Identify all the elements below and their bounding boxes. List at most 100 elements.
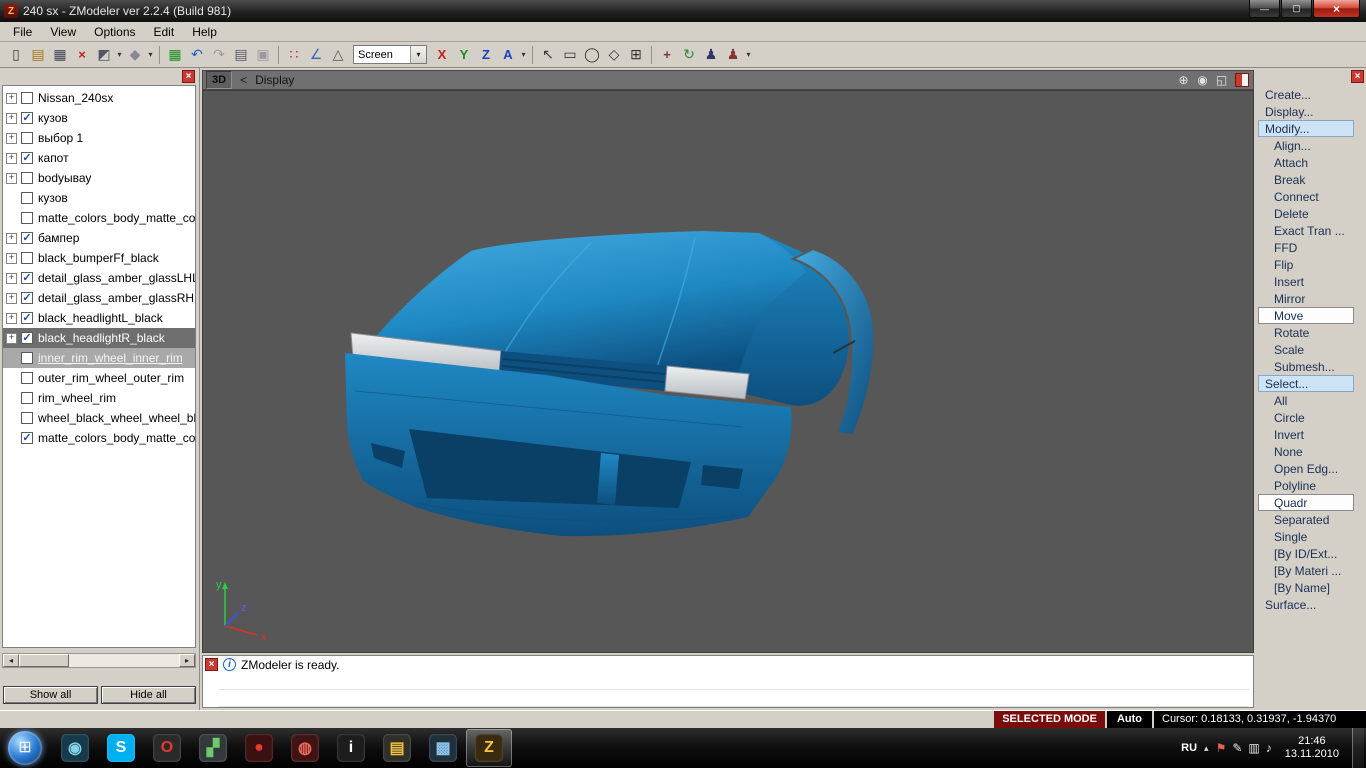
command-quadr[interactable]: Quadr [1258, 494, 1354, 511]
start-button[interactable]: ⊞ [8, 731, 42, 765]
taskbar-opera-button[interactable]: O [144, 729, 190, 767]
rotate-tool-icon[interactable]: ↻ [678, 45, 700, 65]
action-center-flag-icon[interactable]: ⚑ [1216, 741, 1227, 755]
maximize-button[interactable]: ▢ [1281, 0, 1312, 18]
visibility-checkbox[interactable] [21, 352, 33, 364]
visibility-checkbox[interactable] [21, 392, 33, 404]
show-desktop-button[interactable] [1352, 728, 1364, 768]
filters-icon-dropdown[interactable]: ▾ [146, 50, 155, 59]
expander-icon[interactable]: + [6, 113, 17, 124]
taskbar-skype-button[interactable]: S [98, 729, 144, 767]
tree-item-4[interactable]: +✓капот [3, 148, 195, 168]
command-by-name[interactable]: [By Name] [1258, 579, 1354, 596]
command-all[interactable]: All [1258, 392, 1354, 409]
axis-x-button[interactable]: X [431, 45, 453, 65]
command-break[interactable]: Break [1258, 171, 1354, 188]
tree-item-9[interactable]: +black_bumperFf_black [3, 248, 195, 268]
visibility-checkbox[interactable] [21, 172, 33, 184]
expander-icon[interactable]: + [6, 313, 17, 324]
taskbar-media-button[interactable]: ● [236, 729, 282, 767]
tree-item-16[interactable]: rim_wheel_rim [3, 388, 195, 408]
axis-y-button[interactable]: Y [453, 45, 475, 65]
menu-options[interactable]: Options [85, 23, 144, 41]
visibility-checkbox[interactable] [21, 252, 33, 264]
scroll-thumb[interactable] [19, 654, 69, 667]
tree-item-17[interactable]: wheel_black_wheel_wheel_bla... [3, 408, 195, 428]
taskbar-zmodeler-button[interactable]: Z [466, 729, 512, 767]
visibility-checkbox[interactable]: ✓ [21, 112, 33, 124]
clock[interactable]: 21:46 13.11.2010 [1285, 735, 1339, 761]
zoom-icon[interactable]: ⊕ [1176, 73, 1191, 87]
command-circle[interactable]: Circle [1258, 409, 1354, 426]
command-align[interactable]: Align... [1258, 137, 1354, 154]
command-insert[interactable]: Insert [1258, 273, 1354, 290]
undo-icon[interactable]: ↶ [186, 45, 208, 65]
import-icon-dropdown[interactable]: ▾ [115, 50, 124, 59]
command-single[interactable]: Single [1258, 528, 1354, 545]
faces-mode-icon[interactable]: △ [327, 45, 349, 65]
new-file-icon[interactable]: ▯ [5, 45, 27, 65]
script-log-icon[interactable]: ▤ [230, 45, 252, 65]
tree-item-18[interactable]: ✓matte_colors_body_matte_co... [3, 428, 195, 448]
visibility-checkbox[interactable] [21, 372, 33, 384]
minimize-button[interactable]: — [1249, 0, 1280, 18]
tree-item-7[interactable]: matte_colors_body_matte_co... [3, 208, 195, 228]
command-submesh[interactable]: Submesh... [1258, 358, 1354, 375]
save-icon[interactable]: ▦ [49, 45, 71, 65]
tree-item-13[interactable]: +✓black_headlightR_black [3, 328, 195, 348]
view-mode-3d-button[interactable]: 3D [206, 71, 232, 89]
viewport-3d[interactable]: y x z [202, 90, 1254, 653]
expander-icon[interactable]: + [6, 173, 17, 184]
edges-mode-icon[interactable]: ∠ [305, 45, 327, 65]
taskbar-pictures-button[interactable]: ▩ [420, 729, 466, 767]
material-editor-icon[interactable]: ▦ [164, 45, 186, 65]
tray-expand-icon[interactable]: ▴ [1204, 743, 1209, 754]
menu-view[interactable]: View [41, 23, 85, 41]
command-separated[interactable]: Separated [1258, 511, 1354, 528]
vertices-mode-icon[interactable]: ∷ [283, 45, 305, 65]
taskbar-info-button[interactable]: i [328, 729, 374, 767]
maximize-view-icon[interactable]: ◱ [1214, 73, 1229, 87]
command-connect[interactable]: Connect [1258, 188, 1354, 205]
tree-item-15[interactable]: outer_rim_wheel_outer_rim [3, 368, 195, 388]
scroll-right-icon[interactable]: ▸ [179, 654, 195, 667]
visibility-checkbox[interactable]: ✓ [21, 292, 33, 304]
visibility-checkbox[interactable] [21, 212, 33, 224]
command-panel-close-icon[interactable]: × [1351, 70, 1364, 83]
command-mirror[interactable]: Mirror [1258, 290, 1354, 307]
command-move[interactable]: Move [1258, 307, 1354, 324]
import-icon[interactable]: ◩ [93, 45, 115, 65]
command-invert[interactable]: Invert [1258, 426, 1354, 443]
visibility-checkbox[interactable]: ✓ [21, 272, 33, 284]
command-by-materi[interactable]: [By Materi ... [1258, 562, 1354, 579]
tree-item-5[interactable]: +bodyывау [3, 168, 195, 188]
bones-icon[interactable]: ♟ [700, 45, 722, 65]
command-scale[interactable]: Scale [1258, 341, 1354, 358]
select-poly-icon[interactable]: ◇ [603, 45, 625, 65]
menu-edit[interactable]: Edit [145, 23, 184, 41]
scene-tree-hscrollbar[interactable]: ◂ ▸ [2, 653, 196, 668]
command-none[interactable]: None [1258, 443, 1354, 460]
command-display[interactable]: Display... [1258, 103, 1354, 120]
command-by-id-ext[interactable]: [By ID/Ext... [1258, 545, 1354, 562]
show-all-button[interactable]: Show all [3, 686, 98, 704]
command-flip[interactable]: Flip [1258, 256, 1354, 273]
open-file-icon[interactable]: ▤ [27, 45, 49, 65]
tree-item-3[interactable]: +выбор 1 [3, 128, 195, 148]
scene-panel-close-icon[interactable]: × [182, 70, 195, 83]
view-back-arrow[interactable]: < [240, 73, 247, 87]
expander-icon[interactable]: + [6, 333, 17, 344]
move-tool-icon[interactable]: + [656, 45, 678, 65]
tree-item-14[interactable]: inner_rim_wheel_inner_rim [3, 348, 195, 368]
copy-icon[interactable]: ▣ [252, 45, 274, 65]
expander-icon[interactable]: + [6, 233, 17, 244]
expander-icon[interactable]: + [6, 273, 17, 284]
command-attach[interactable]: Attach [1258, 154, 1354, 171]
visibility-checkbox[interactable]: ✓ [21, 232, 33, 244]
expander-icon[interactable]: + [6, 253, 17, 264]
log-close-icon[interactable]: × [205, 658, 218, 671]
filters-icon[interactable]: ◆ [124, 45, 146, 65]
axis-all-button[interactable]: A [497, 45, 519, 65]
tree-item-11[interactable]: +✓detail_glass_amber_glassRHL_... [3, 288, 195, 308]
menu-help[interactable]: Help [183, 23, 226, 41]
